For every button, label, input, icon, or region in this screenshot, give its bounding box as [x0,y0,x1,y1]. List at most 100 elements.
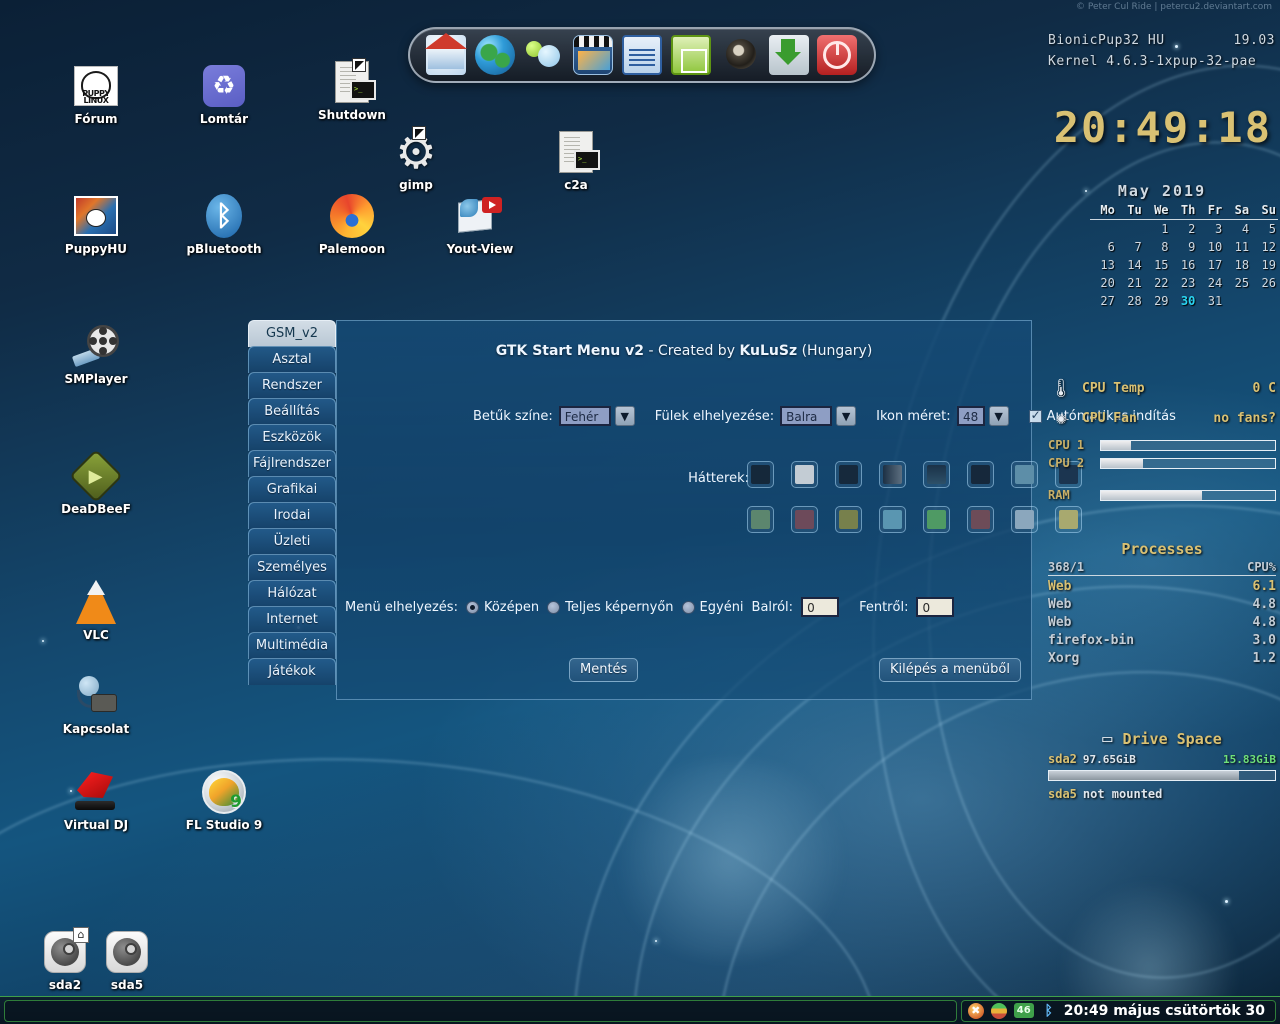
desktop-icon-yout-view[interactable]: Yout-View [432,192,528,256]
desktop-icon-gimp[interactable]: ⚙ gimp [368,128,464,192]
desktop-icon-label: Kapcsolat [48,722,144,736]
bluetooth-icon: ᛒ [200,192,248,240]
wallpaper-star [1175,45,1178,48]
tab-position-value[interactable]: Balra [780,406,832,426]
copyright-watermark: © Peter Cul Ride | petercu2.deviantart.c… [1076,2,1272,12]
exit-menu-button[interactable]: Kilépés a menüből [879,658,1021,682]
power-icon[interactable] [817,35,857,75]
xkill-tray-icon[interactable]: ✖ [968,1003,984,1019]
font-color-combo[interactable]: Fehér ▼ [559,406,635,426]
gear-icon: ⚙ [392,128,440,176]
tab-uzleti[interactable]: Üzleti [248,528,336,555]
tab-internet[interactable]: Internet [248,606,336,633]
desktop-icon-smplayer[interactable]: SMPlayer [48,322,144,386]
font-color-value[interactable]: Fehér [559,406,611,426]
gtk-start-menu-dialog: GSM_v2 Asztal Rendszer Beállítás Eszközö… [248,320,1032,700]
house-icon[interactable] [426,35,466,75]
desktop-icon-deadbeef[interactable]: ▶ DeaDBeeF [48,452,144,516]
gsm-tab-list: GSM_v2 Asztal Rendszer Beállítás Eszközö… [248,320,336,700]
background-swatch[interactable] [1055,506,1082,533]
left-offset-input[interactable]: 0 [801,597,839,617]
desktop-icon-label: Palemoon [304,242,400,256]
background-swatch[interactable] [791,461,818,488]
clapperboard-icon[interactable] [573,35,613,75]
wallpaper-star [1085,190,1087,192]
desktop-icon-pbluetooth[interactable]: ᛒ pBluetooth [176,192,272,256]
dialog-title-app: GTK Start Menu v2 [496,343,644,359]
desktop-icon-label: Virtual DJ [48,818,144,832]
desktop-icon-shutdown[interactable]: Shutdown [304,58,400,122]
background-swatch[interactable] [967,506,994,533]
taskbar-clock[interactable]: 20:49 május csütörtök 30 [1064,1003,1265,1019]
background-swatch[interactable] [967,461,994,488]
film-reel-icon [72,322,120,370]
tab-grafikai[interactable]: Grafikai [248,476,336,503]
placement-option-fullscreen[interactable]: Teljes képernyőn [547,600,673,615]
tab-fajlrendszer[interactable]: Fájlrendszer [248,450,336,477]
background-swatch[interactable] [1011,506,1038,533]
dialog-title-author: KuLuSz [739,343,797,359]
background-swatch[interactable] [747,506,774,533]
tab-eszkozok[interactable]: Eszközök [248,424,336,451]
background-swatch[interactable] [923,461,950,488]
globe-icon[interactable] [475,35,515,75]
placement-option-label: Teljes képernyőn [565,600,673,615]
menu-placement-row: Menü elhelyezés: Középen Teljes képernyő… [345,597,954,617]
download-icon[interactable] [769,35,809,75]
spreadsheet-icon[interactable] [671,35,711,75]
document-writer-icon[interactable] [622,35,662,75]
tab-jatekok[interactable]: Játékok [248,658,336,685]
placement-option-center[interactable]: Középen [466,600,539,615]
top-offset-input[interactable]: 0 [916,597,954,617]
background-swatch[interactable] [879,461,906,488]
desktop-icon-palemoon[interactable]: Palemoon [304,192,400,256]
tab-szemelyes[interactable]: Személyes [248,554,336,581]
background-swatch[interactable] [879,506,906,533]
icon-size-value[interactable]: 48 [957,406,985,426]
tab-halozat[interactable]: Hálózat [248,580,336,607]
desktop-icon-c2a[interactable]: c2a [528,128,624,192]
taskbar-window-list[interactable] [4,1000,957,1022]
tab-rendszer[interactable]: Rendszer [248,372,336,399]
desktop-icon-drive-sda5[interactable]: sda5 [79,928,175,992]
tab-position-combo[interactable]: Balra ▼ [780,406,856,426]
tab-beallitas[interactable]: Beállítás [248,398,336,425]
hard-drive-icon [103,928,151,976]
gsm-options-row: Betűk színe: Fehér ▼ Fülek elhelyezése: … [473,406,1176,426]
network-tray-icon[interactable]: 46 [1014,1003,1034,1018]
chevron-down-icon[interactable]: ▼ [836,406,856,426]
tab-gsm-v2[interactable]: GSM_v2 [248,320,336,347]
background-swatch[interactable] [835,461,862,488]
background-swatch-row [747,506,1082,533]
background-swatch[interactable] [1011,461,1038,488]
chevron-down-icon[interactable]: ▼ [615,406,635,426]
bluetooth-tray-icon[interactable]: ᛒ [1041,1003,1057,1019]
desktop-icon-trash[interactable]: ♻ Lomtár [176,62,272,126]
speaker-icon[interactable] [720,35,760,75]
desktop-icon-label: pBluetooth [176,242,272,256]
desktop-icon-virtual-dj[interactable]: Virtual DJ [48,768,144,832]
desktop-icon-kapcsolat[interactable]: Kapcsolat [48,672,144,736]
youtube-viewer-icon [456,192,504,240]
desktop-icon-vlc[interactable]: VLC [48,578,144,642]
background-swatch[interactable] [747,461,774,488]
autostart-checkbox[interactable]: Autómatikus indítás [1029,409,1176,424]
application-dock[interactable] [408,27,876,83]
background-swatch[interactable] [1055,461,1082,488]
package-manager-tray-icon[interactable] [991,1003,1007,1019]
tab-irodai[interactable]: Irodai [248,502,336,529]
firefox-icon [328,192,376,240]
desktop-icon-fl-studio[interactable]: 9 FL Studio 9 [176,768,272,832]
icon-size-combo[interactable]: 48 ▼ [957,406,1009,426]
chevron-down-icon[interactable]: ▼ [989,406,1009,426]
background-swatch[interactable] [791,506,818,533]
desktop-icon-linux-forum[interactable]: PUPPYLINUX Fórum [48,62,144,126]
users-icon[interactable] [524,35,564,75]
save-button[interactable]: Mentés [569,658,638,682]
tab-multimedia[interactable]: Multimédia [248,632,336,659]
placement-option-custom[interactable]: Egyéni [682,600,744,615]
tab-asztal[interactable]: Asztal [248,346,336,373]
background-swatch[interactable] [835,506,862,533]
desktop-icon-puppyhu[interactable]: PuppyHU [48,192,144,256]
background-swatch[interactable] [923,506,950,533]
